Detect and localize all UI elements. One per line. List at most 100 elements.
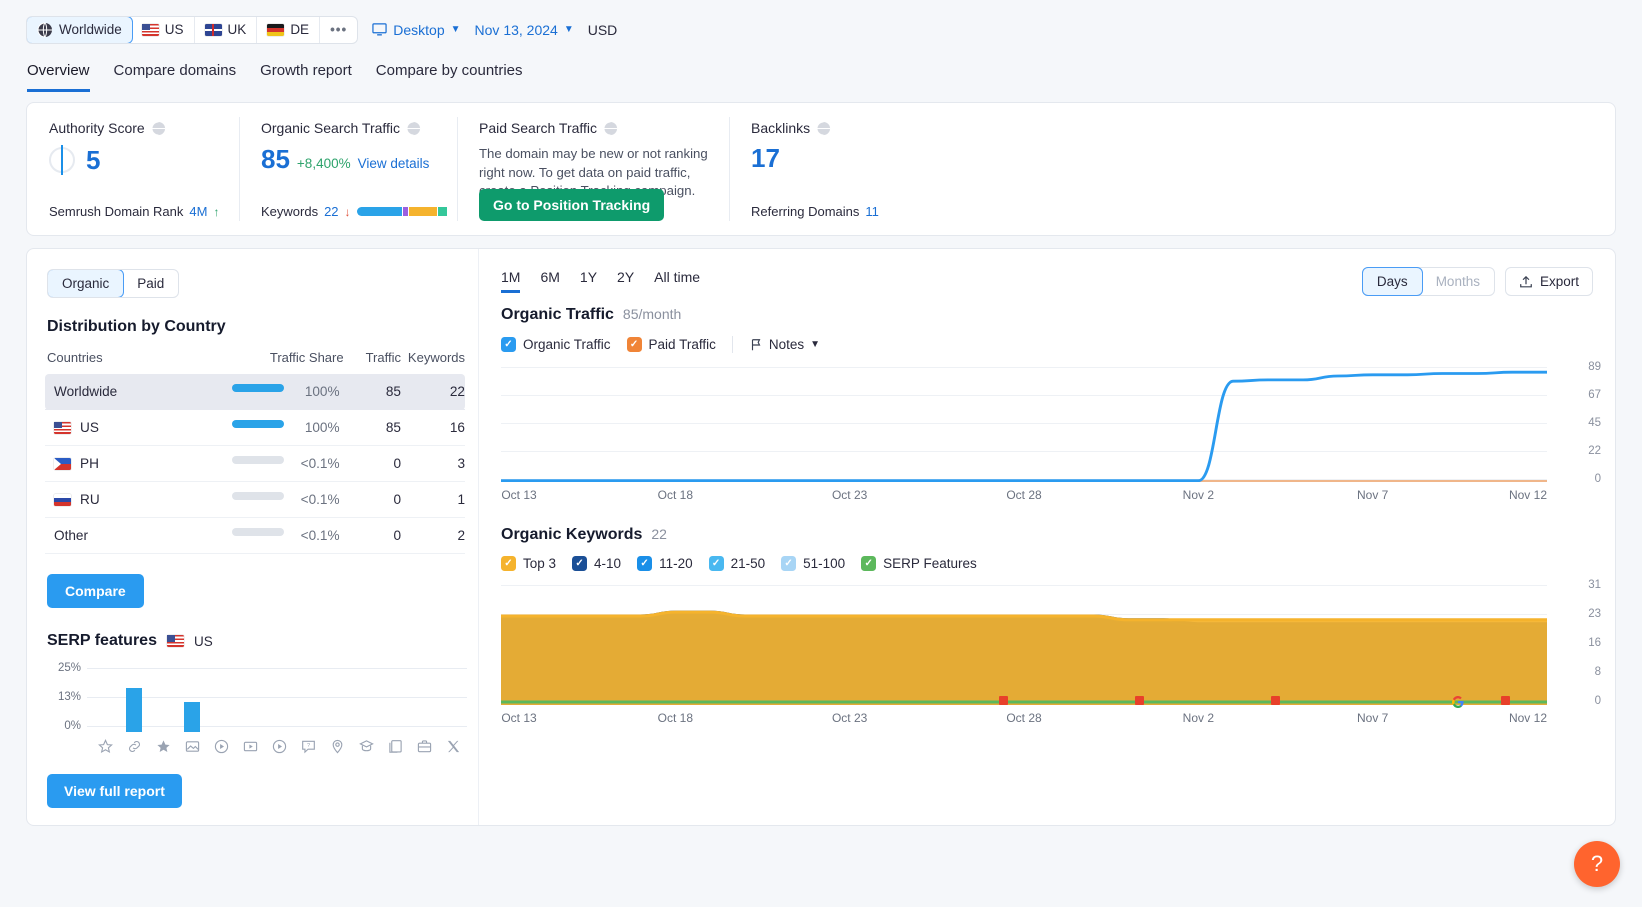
tab-growth-report[interactable]: Growth report xyxy=(260,62,352,92)
legend-item-21-50[interactable]: ✓ 21-50 xyxy=(708,556,765,571)
geo-button-more[interactable]: ••• xyxy=(320,17,357,43)
cell-traffic[interactable]: 0 xyxy=(343,445,401,482)
keywords-distribution-bar xyxy=(356,207,452,216)
checkbox-checked-icon[interactable]: ✓ xyxy=(501,556,516,571)
serp-ytick-13: 13% xyxy=(57,691,81,703)
device-selector[interactable]: Desktop ▼ xyxy=(372,22,461,38)
range-2y[interactable]: 2Y xyxy=(617,269,634,293)
traffic-chart-legend: ✓ Organic Traffic ✓ Paid Traffic Notes ▼ xyxy=(501,336,1593,353)
traffic-share-pct: 100% xyxy=(304,420,340,435)
twitter-icon[interactable] xyxy=(439,739,468,754)
range-1y[interactable]: 1Y xyxy=(580,269,597,293)
note-marker[interactable] xyxy=(1135,696,1145,705)
note-marker[interactable] xyxy=(1501,696,1511,705)
checkbox-checked-icon[interactable]: ✓ xyxy=(572,556,588,571)
granularity-days[interactable]: Days xyxy=(1361,267,1423,296)
knowledge-panel-icon[interactable] xyxy=(352,739,381,754)
globe-info-icon[interactable] xyxy=(603,120,618,136)
cell-country: Other xyxy=(45,517,163,554)
globe-info-icon[interactable] xyxy=(816,120,831,136)
domain-rank-value[interactable]: 4M xyxy=(189,204,207,219)
export-button[interactable]: Export xyxy=(1504,267,1593,296)
reviews-icon[interactable] xyxy=(149,739,178,754)
legend-item-51-100[interactable]: ✓ 51-100 xyxy=(781,556,845,571)
geo-label-us: US xyxy=(164,22,184,37)
featured-snippet-icon[interactable] xyxy=(91,739,120,754)
checkbox-checked-icon[interactable]: ✓ xyxy=(708,556,724,571)
date-selector[interactable]: Nov 13, 2024 ▼ xyxy=(475,22,574,38)
xtick-label: Nov 12 xyxy=(1508,711,1547,725)
legend-organic-traffic[interactable]: ✓ Organic Traffic xyxy=(501,337,611,352)
referring-domains-value[interactable]: 11 xyxy=(865,204,879,219)
note-marker[interactable] xyxy=(1271,696,1281,705)
backlinks-footer: Referring Domains 11 xyxy=(751,204,879,219)
compare-button[interactable]: Compare xyxy=(47,574,144,608)
serp-bar[interactable] xyxy=(126,687,143,732)
go-to-position-tracking-button[interactable]: Go to Position Tracking xyxy=(479,189,665,221)
geo-button-worldwide[interactable]: Worldwide xyxy=(27,16,133,43)
tab-overview[interactable]: Overview xyxy=(27,62,90,92)
cell-keywords[interactable]: 16 xyxy=(401,409,465,446)
checkbox-checked-icon[interactable]: ✓ xyxy=(861,556,877,571)
video-feature-icon[interactable] xyxy=(265,739,294,754)
organic-traffic-chart-subtitle: 85/month xyxy=(622,306,682,322)
legend-item-4-10[interactable]: ✓ 4-10 xyxy=(572,556,621,571)
google-update-icon[interactable] xyxy=(1452,695,1464,708)
col-keywords: Keywords xyxy=(407,350,465,365)
checkbox-checked-icon[interactable]: ✓ xyxy=(626,337,642,352)
cell-traffic[interactable]: 0 xyxy=(343,481,401,518)
note-marker[interactable] xyxy=(999,696,1009,705)
jobs-icon[interactable] xyxy=(410,739,439,754)
legend-paid-traffic[interactable]: ✓ Paid Traffic xyxy=(626,337,716,352)
cell-keywords[interactable]: 3 xyxy=(401,445,465,482)
serp-bar-slot xyxy=(149,670,178,732)
organic-keywords-chart-subtitle: 22 xyxy=(651,526,667,542)
chart-controls: Days Months Export xyxy=(1361,267,1593,296)
video-icon[interactable] xyxy=(207,739,236,754)
table-row[interactable]: Other <0.1% 0 2 xyxy=(45,517,465,554)
globe-info-icon[interactable] xyxy=(151,120,166,136)
range-1m[interactable]: 1M xyxy=(501,269,520,293)
view-details-link[interactable]: View details xyxy=(358,156,430,171)
image-pack-icon[interactable] xyxy=(178,739,207,754)
geo-button-us[interactable]: US xyxy=(132,16,195,43)
organic-paid-toggle[interactable]: Organic Paid xyxy=(47,269,180,298)
checkbox-checked-icon[interactable]: ✓ xyxy=(501,337,516,352)
table-row[interactable]: US 100% 85 16 xyxy=(45,409,465,446)
toggle-paid[interactable]: Paid xyxy=(123,270,178,297)
table-row[interactable]: RU <0.1% 0 1 xyxy=(45,481,465,518)
view-full-report-button[interactable]: View full report xyxy=(47,774,182,808)
cell-keywords[interactable]: 1 xyxy=(401,481,465,518)
granularity-toggle[interactable]: Days Months xyxy=(1361,267,1495,296)
granularity-months[interactable]: Months xyxy=(1422,268,1494,295)
serp-bar[interactable] xyxy=(184,701,201,732)
video-carousel-icon[interactable] xyxy=(236,739,265,754)
tab-compare-by-countries[interactable]: Compare by countries xyxy=(376,62,523,92)
notes-dropdown[interactable]: Notes ▼ xyxy=(749,337,820,352)
help-button[interactable]: ? xyxy=(1574,841,1620,887)
legend-item-top-3[interactable]: ✓ Top 3 xyxy=(501,556,556,571)
geo-button-uk[interactable]: UK xyxy=(195,16,258,43)
range-6m[interactable]: 6M xyxy=(540,269,559,293)
cell-traffic[interactable]: 85 xyxy=(343,409,401,446)
range-all-time[interactable]: All time xyxy=(654,269,700,293)
table-row[interactable]: Worldwide 100% 85 22 xyxy=(45,374,465,410)
toggle-organic[interactable]: Organic xyxy=(48,270,125,297)
geo-selector-group[interactable]: Worldwide US UK DE ••• xyxy=(26,15,359,44)
cell-country: RU xyxy=(45,481,163,518)
legend-item-serp-features[interactable]: ✓ SERP Features xyxy=(861,556,977,571)
geo-button-de[interactable]: DE xyxy=(257,16,321,43)
chevron-down-icon: ▼ xyxy=(563,24,574,35)
local-pack-icon[interactable] xyxy=(323,739,352,754)
related-searches-icon[interactable] xyxy=(381,739,410,754)
checkbox-checked-icon[interactable]: ✓ xyxy=(781,556,797,571)
keywords-value[interactable]: 22 xyxy=(324,204,338,219)
tab-compare-domains[interactable]: Compare domains xyxy=(114,62,237,92)
globe-info-icon[interactable] xyxy=(406,120,421,136)
cell-country: Worldwide xyxy=(45,374,163,410)
sitelinks-icon[interactable] xyxy=(120,739,149,754)
legend-item-11-20[interactable]: ✓ 11-20 xyxy=(637,556,693,571)
table-row[interactable]: PH <0.1% 0 3 xyxy=(45,445,465,482)
checkbox-checked-icon[interactable]: ✓ xyxy=(637,556,653,571)
faq-icon[interactable]: ? xyxy=(294,739,323,754)
